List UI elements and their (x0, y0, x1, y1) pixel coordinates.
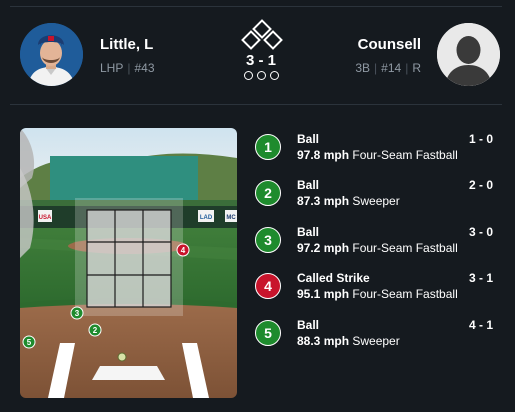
pitch-result: Ball (297, 318, 320, 332)
out-circle-icon (243, 71, 253, 80)
pitch-marker-number: 5 (27, 338, 32, 347)
player-silhouette-avatar[interactable] (437, 23, 500, 86)
strike-zone-field-view: USA LAD MC 2345 (20, 128, 237, 398)
pitch-marker-number: 4 (181, 246, 186, 255)
pitch-marker-number: 2 (93, 326, 98, 335)
pitch-count: 3 - 0 (468, 225, 493, 239)
pitch-count: 3 - 1 (468, 271, 493, 285)
out-circle-icon (269, 71, 279, 80)
pitch-count: 1 - 0 (468, 132, 493, 146)
batter-meta: 3B | #14 | R (355, 61, 421, 75)
pitch-row[interactable]: 3 Ball 3 - 0 97.2 mph Four-Seam Fastball (255, 225, 495, 271)
pitch-type: Sweeper (349, 334, 400, 348)
pitch-row[interactable]: 1 Ball 1 - 0 97.8 mph Four-Seam Fastball (255, 132, 495, 178)
pitch-number-badge: 2 (255, 180, 281, 206)
pitch-detail: 87.3 mph Sweeper (297, 194, 400, 208)
bases-diamond-icon (241, 19, 283, 50)
pitch-location-markers: 2 3 4 5 (22, 243, 190, 349)
ball-strike-count: 3 - 1 (245, 52, 276, 69)
pitch-detail: 97.8 mph Four-Seam Fastball (297, 148, 458, 162)
pitch-number-badge: 5 (255, 320, 281, 346)
batter-name[interactable]: Counsell (358, 36, 421, 53)
pitch-number-badge: 3 (255, 227, 281, 253)
pitch-row[interactable]: 4 Called Strike 3 - 1 95.1 mph Four-Seam Fa… (255, 271, 495, 317)
batter-bats: R (412, 61, 421, 75)
pitch-type: Four-Seam Fastball (349, 287, 458, 301)
pitch-result: Ball (297, 132, 320, 146)
pitch-speed: 95.1 mph (297, 287, 350, 301)
pitch-marker[interactable]: 3 (70, 306, 84, 320)
pitcher-number: #43 (134, 61, 155, 75)
pitch-result: Called Strike (297, 271, 370, 285)
pitch-detail: 95.1 mph Four-Seam Fastball (297, 287, 458, 301)
pitch-detail: 97.2 mph Four-Seam Fastball (297, 241, 458, 255)
separator: | (405, 61, 409, 75)
pitch-marker[interactable]: 4 (176, 243, 190, 257)
pitch-row[interactable]: 5 Ball 4 - 1 88.3 mph Sweeper (255, 318, 495, 364)
pitch-result: Ball (297, 178, 320, 192)
section-divider (10, 104, 502, 105)
pitcher-throws: LHP (100, 61, 124, 75)
pitch-type: Sweeper (349, 194, 400, 208)
pitch-marker[interactable]: 2 (88, 323, 102, 337)
pitch-count: 4 - 1 (468, 318, 493, 332)
pitch-speed: 97.8 mph (297, 148, 350, 162)
pitcher-meta: LHP | #43 (100, 61, 155, 75)
pitch-speed: 88.3 mph (297, 334, 350, 348)
pitcher-headshot-avatar[interactable] (20, 23, 83, 86)
pitch-marker[interactable]: 5 (22, 335, 36, 349)
pitch-speed: 87.3 mph (297, 194, 350, 208)
batter-number: #14 (381, 61, 402, 75)
out-circle-icon (256, 71, 266, 80)
pitch-result: Ball (297, 225, 320, 239)
pitch-row[interactable]: 2 Ball 2 - 0 87.3 mph Sweeper (255, 178, 495, 224)
pitcher-name[interactable]: Little, L (100, 36, 153, 53)
pitch-type: Four-Seam Fastball (349, 148, 458, 162)
pitch-number-badge: 4 (255, 273, 281, 299)
outs-indicator (242, 71, 280, 80)
separator: | (374, 61, 378, 75)
pitch-type: Four-Seam Fastball (349, 241, 458, 255)
pitch-detail: 88.3 mph Sweeper (297, 334, 400, 348)
pitch-marker-number: 3 (75, 309, 80, 318)
pitch-count: 2 - 0 (468, 178, 493, 192)
pitch-number-badge: 1 (255, 134, 281, 160)
separator: | (127, 61, 131, 75)
batter-position: 3B (355, 61, 371, 75)
pitch-speed: 97.2 mph (297, 241, 350, 255)
top-divider (10, 6, 502, 7)
